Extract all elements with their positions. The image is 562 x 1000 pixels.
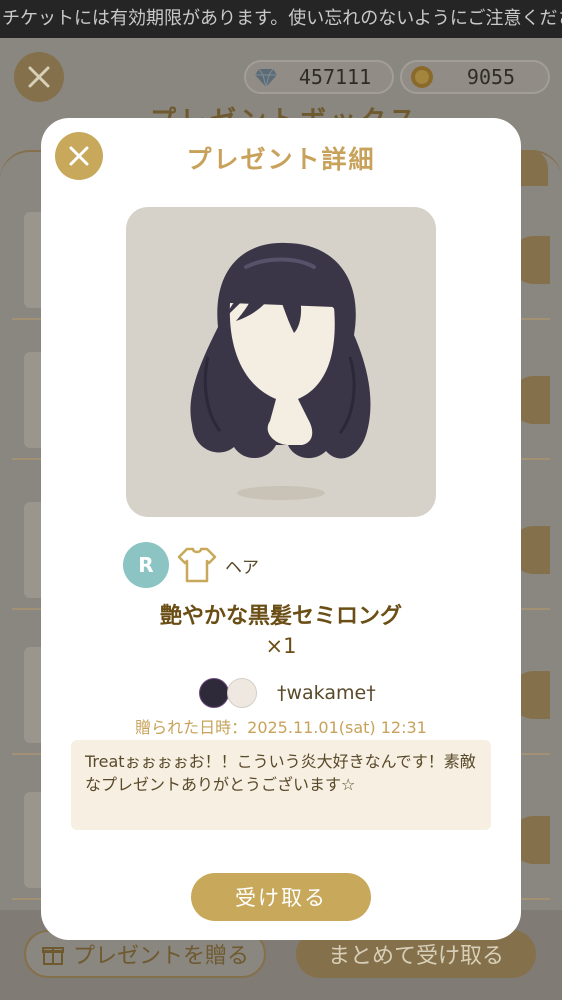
clothing-category-icon — [177, 547, 217, 583]
avatar — [227, 678, 257, 708]
modal-title: プレゼント詳細 — [186, 145, 376, 174]
coin-icon — [411, 66, 433, 88]
diamond-icon — [255, 68, 277, 88]
gift-message: Treatぉぉぉぉお！！こういう炎大好きなんです！素敵なプレゼントありがとうござ… — [71, 740, 491, 830]
present-detail-modal: プレゼント詳細 R ヘア 艶やかな黒髪セミロング ×1 †wakame† 贈られ… — [41, 118, 521, 940]
close-icon — [28, 66, 50, 88]
receive-button[interactable]: 受け取る — [191, 873, 371, 921]
hair-item-illustration — [190, 242, 371, 500]
item-meta: R ヘア — [123, 542, 259, 588]
coin-count: 9055 — [466, 65, 516, 89]
gem-balance: 457111 — [244, 60, 394, 94]
announcement-ticker: チケットには有効期限があります。使い忘れのないようにご注意ください — [0, 0, 562, 38]
close-button[interactable] — [14, 52, 64, 102]
item-quantity: ×1 — [265, 634, 297, 658]
avatar — [199, 678, 229, 708]
gift-icon — [41, 947, 64, 965]
rarity-badge: R — [123, 542, 169, 588]
item-image — [126, 207, 436, 517]
sender-name: †wakame† — [277, 682, 376, 704]
sender-info: †wakame† — [199, 676, 376, 710]
send-present-label: プレゼントを贈る — [72, 944, 249, 969]
category-label: ヘア — [225, 557, 259, 578]
sent-date: 贈られた日時：2025.11.01(sat) 12:31 — [135, 718, 427, 737]
gem-count: 457111 — [298, 65, 372, 89]
item-name: 艶やかな黒髪セミロング — [159, 604, 402, 629]
coin-balance: 9055 — [400, 60, 550, 94]
